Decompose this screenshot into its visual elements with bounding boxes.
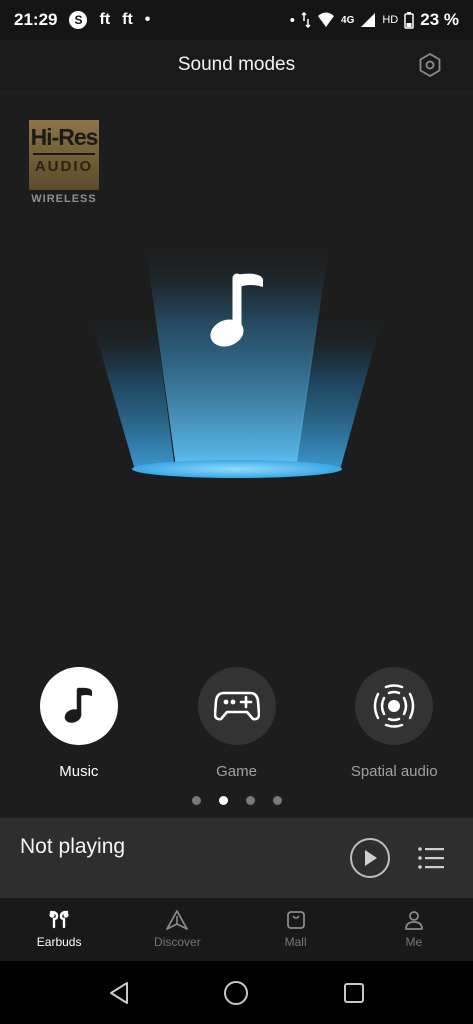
- recents-square-icon: [344, 982, 365, 1003]
- person-icon: [404, 911, 423, 930]
- nav-mall[interactable]: Mall: [237, 898, 355, 961]
- wireless-label: WIRELESS: [31, 193, 97, 205]
- nav-discover[interactable]: Discover: [118, 898, 236, 961]
- bottom-navigation: Earbuds Discover Mall Me: [0, 898, 473, 961]
- ft-notification-icon: ft: [99, 11, 111, 28]
- sound-mode-panel: Hi-Res AUDIO WIRELESS Music Game Spatial…: [0, 90, 473, 818]
- page-dot-3[interactable]: [245, 796, 255, 805]
- mode-game[interactable]: Game: [158, 667, 316, 780]
- hexagon-settings-icon: [419, 53, 441, 77]
- mode-label-music: Music: [59, 763, 99, 780]
- bag-icon: [286, 911, 305, 929]
- spatial-audio-icon: [373, 684, 415, 728]
- earbuds-icon: [49, 910, 69, 929]
- status-time: 21:29: [14, 10, 58, 29]
- system-navigation-bar: [0, 961, 473, 1024]
- notification-icons: S ft ft •: [69, 11, 150, 29]
- home-circle-icon: [224, 980, 249, 1005]
- playlist-icon: [418, 847, 444, 869]
- music-mode-illustration: [90, 240, 383, 478]
- playlist-button[interactable]: [418, 846, 444, 870]
- mode-selector: Music Game Spatial audio: [0, 667, 473, 780]
- battery-icon: [404, 12, 414, 29]
- status-bar: 21:29 S ft ft • • 4G HD 23 %: [0, 0, 473, 40]
- nav-me[interactable]: Me: [355, 898, 473, 961]
- recents-button[interactable]: [339, 978, 369, 1008]
- mode-spatial-audio[interactable]: Spatial audio: [315, 667, 473, 780]
- more-notifications-icon: •: [144, 11, 151, 28]
- audio-label: AUDIO: [34, 158, 94, 175]
- light-base: [132, 460, 342, 478]
- network-type: 4G: [341, 14, 355, 26]
- status-dot-icon: •: [289, 11, 296, 29]
- hi-res-label: Hi-Res: [30, 124, 99, 150]
- nav-label-discover: Discover: [154, 935, 201, 949]
- nav-earbuds[interactable]: Earbuds: [0, 898, 118, 961]
- page-indicator: [0, 796, 473, 805]
- spatial-audio-mode-button[interactable]: [355, 667, 434, 745]
- data-transfer-icon: [301, 12, 311, 28]
- mode-label-spatial-audio: Spatial audio: [350, 763, 438, 780]
- now-playing-status: Not playing: [20, 835, 126, 858]
- nav-label-mall: Mall: [284, 935, 307, 949]
- nav-label-earbuds: Earbuds: [36, 935, 82, 949]
- battery-percent: 23 %: [420, 10, 459, 29]
- signal-icon: [361, 13, 376, 27]
- discover-icon: [166, 910, 189, 930]
- mode-music[interactable]: Music: [0, 667, 158, 780]
- page-dot-4[interactable]: [272, 796, 282, 805]
- ft-notification-icon-2: ft: [122, 11, 133, 28]
- music-mode-button[interactable]: [39, 667, 118, 745]
- header: Sound modes: [0, 40, 473, 90]
- wifi-icon: [318, 12, 335, 27]
- back-button[interactable]: [104, 978, 134, 1008]
- page-dot-1[interactable]: [191, 796, 201, 805]
- skype-notification-icon: S: [69, 11, 88, 29]
- hi-res-audio-logo: Hi-Res AUDIO WIRELESS: [29, 120, 99, 206]
- hd-indicator: HD: [382, 14, 399, 26]
- gamepad-icon: [213, 691, 260, 721]
- back-triangle-icon: [109, 981, 128, 1004]
- mode-label-game: Game: [216, 763, 257, 780]
- home-button[interactable]: [221, 978, 251, 1008]
- game-mode-button[interactable]: [197, 667, 276, 745]
- play-button[interactable]: [350, 838, 390, 878]
- music-note-icon: [64, 687, 92, 723]
- settings-button[interactable]: [417, 52, 443, 78]
- page-title: Sound modes: [177, 53, 296, 75]
- page-dot-2[interactable]: [218, 796, 228, 805]
- status-right: • 4G HD 23 %: [290, 10, 459, 30]
- nav-label-me: Me: [405, 935, 423, 949]
- play-icon: [365, 850, 377, 866]
- mini-player[interactable]: Not playing: [0, 818, 473, 898]
